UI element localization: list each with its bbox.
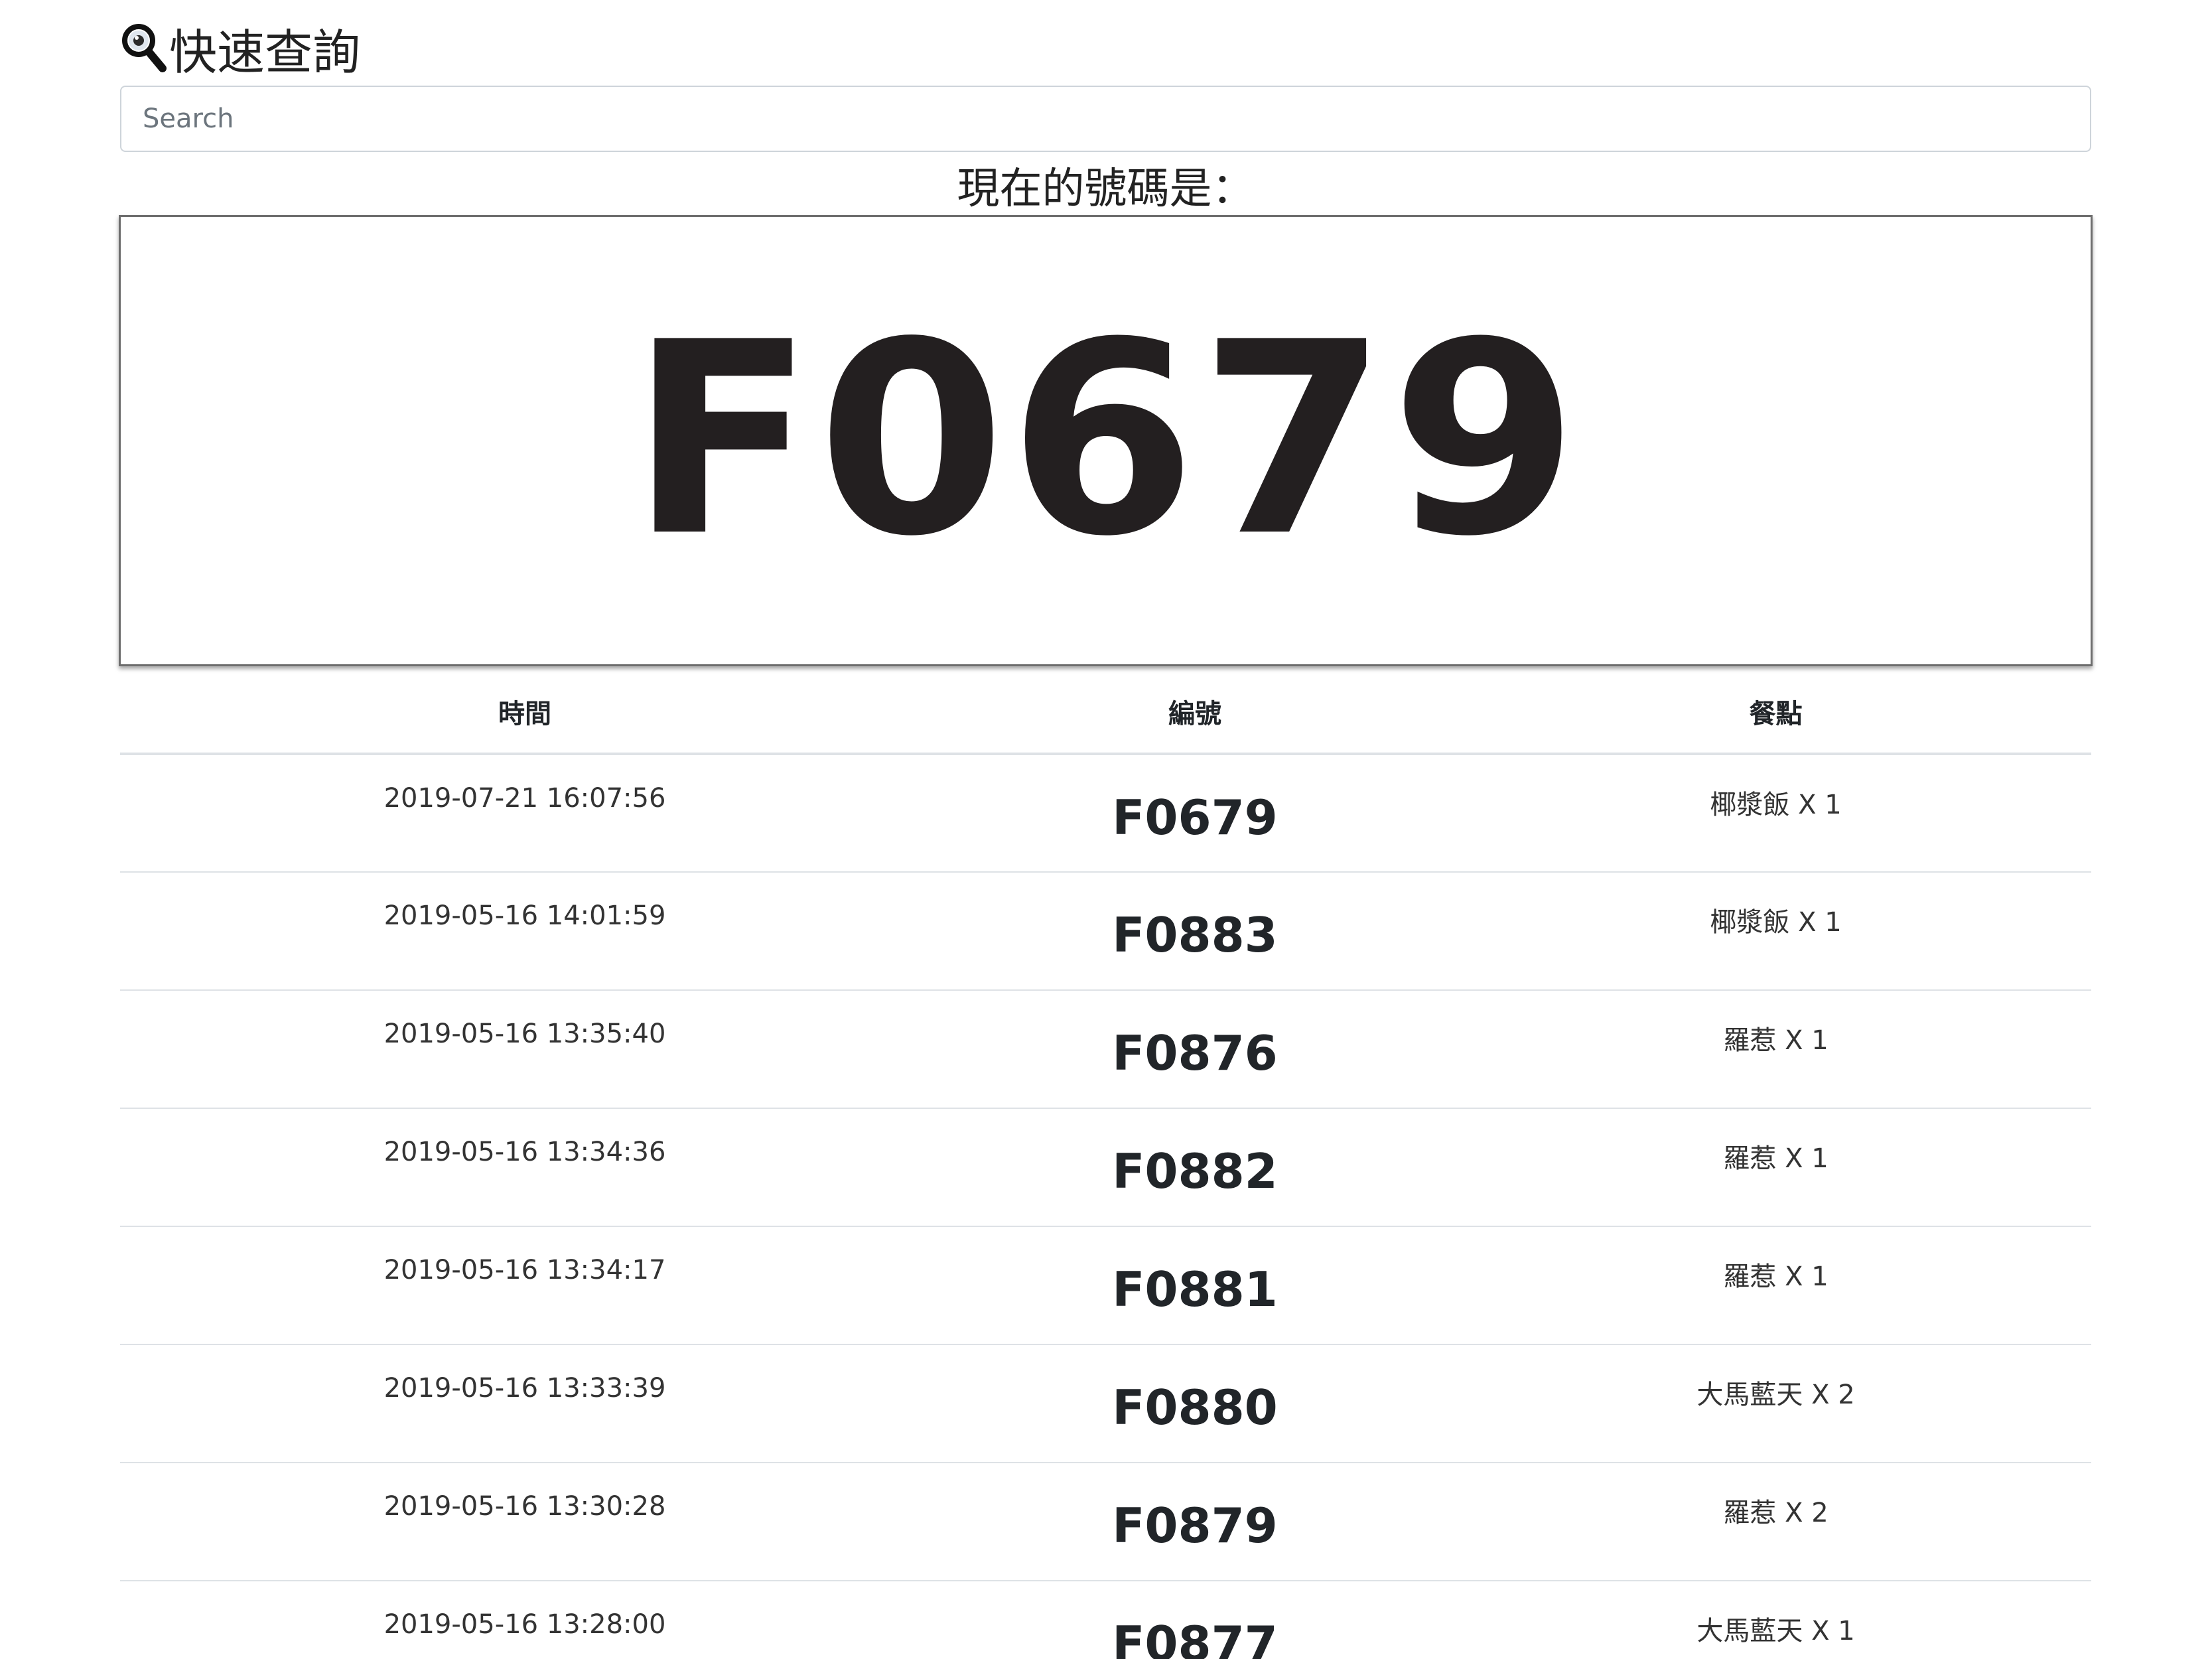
table-header-row: 時間 編號 餐點: [120, 670, 2091, 755]
row-time: 2019-05-16 13:33:39: [383, 1373, 666, 1404]
page-title: 快速查詢: [120, 15, 360, 81]
table-row: 2019-05-16 13:30:28 F0879 羅惹 X 2: [120, 1463, 2091, 1581]
row-time: 2019-07-21 16:07:56: [383, 783, 666, 814]
row-time: 2019-05-16 13:35:40: [383, 1019, 666, 1049]
row-number: F0882: [1112, 1143, 1278, 1199]
table-row: 2019-05-16 13:35:40 F0876 羅惹 X 1: [120, 990, 2091, 1109]
search-icon: [120, 22, 167, 74]
row-time: 2019-05-16 13:34:36: [383, 1137, 666, 1167]
row-meal: 大馬藍天 X 1: [1696, 1616, 1855, 1646]
row-meal: 羅惹 X 2: [1723, 1498, 1829, 1528]
table-row: 2019-05-16 13:28:00 F0877 大馬藍天 X 1: [120, 1581, 2091, 1659]
row-number: F0877: [1112, 1616, 1278, 1659]
row-meal: 羅惹 X 1: [1723, 1025, 1829, 1056]
row-time: 2019-05-16 13:28:00: [383, 1609, 666, 1640]
column-header-time: 時間: [120, 670, 930, 755]
row-meal: 椰漿飯 X 1: [1710, 907, 1842, 938]
table-row: 2019-05-16 13:33:39 F0880 大馬藍天 X 2: [120, 1344, 2091, 1463]
row-number: F0876: [1112, 1025, 1278, 1081]
current-number: F0679: [630, 286, 1582, 595]
current-number-panel: F0679: [119, 215, 2093, 666]
row-time: 2019-05-16 13:30:28: [383, 1491, 666, 1522]
row-number: F0679: [1112, 790, 1278, 845]
page: 快速查詢 現在的號碼是： F0679 時間 編號 餐點 2019: [0, 0, 2212, 1659]
row-meal: 羅惹 X 1: [1723, 1262, 1829, 1292]
current-number-label: 現在的號碼是：: [957, 165, 1255, 214]
search-input[interactable]: [120, 86, 2091, 152]
row-number: F0879: [1112, 1498, 1278, 1553]
table-row: 2019-07-21 16:07:56 F0679 椰漿飯 X 1: [120, 754, 2091, 873]
table-row: 2019-05-16 13:34:36 F0882 羅惹 X 1: [120, 1108, 2091, 1227]
row-meal: 羅惹 X 1: [1723, 1143, 1829, 1174]
page-title-text: 快速查詢: [169, 24, 361, 80]
table-row: 2019-05-16 13:34:17 F0881 羅惹 X 1: [120, 1226, 2091, 1345]
row-meal: 大馬藍天 X 2: [1696, 1380, 1855, 1410]
row-time: 2019-05-16 14:01:59: [383, 901, 666, 931]
row-number: F0880: [1112, 1380, 1278, 1435]
row-number: F0883: [1112, 907, 1278, 963]
row-time: 2019-05-16 13:34:17: [383, 1255, 666, 1285]
column-header-meal: 餐點: [1460, 670, 2091, 755]
order-history-table: 時間 編號 餐點 2019-07-21 16:07:56 F0679 椰漿飯 X…: [120, 670, 2091, 1659]
table-row: 2019-05-16 14:01:59 F0883 椰漿飯 X 1: [120, 872, 2091, 991]
row-meal: 椰漿飯 X 1: [1710, 790, 1842, 820]
row-number: F0881: [1112, 1262, 1278, 1317]
column-header-number: 編號: [930, 670, 1460, 755]
